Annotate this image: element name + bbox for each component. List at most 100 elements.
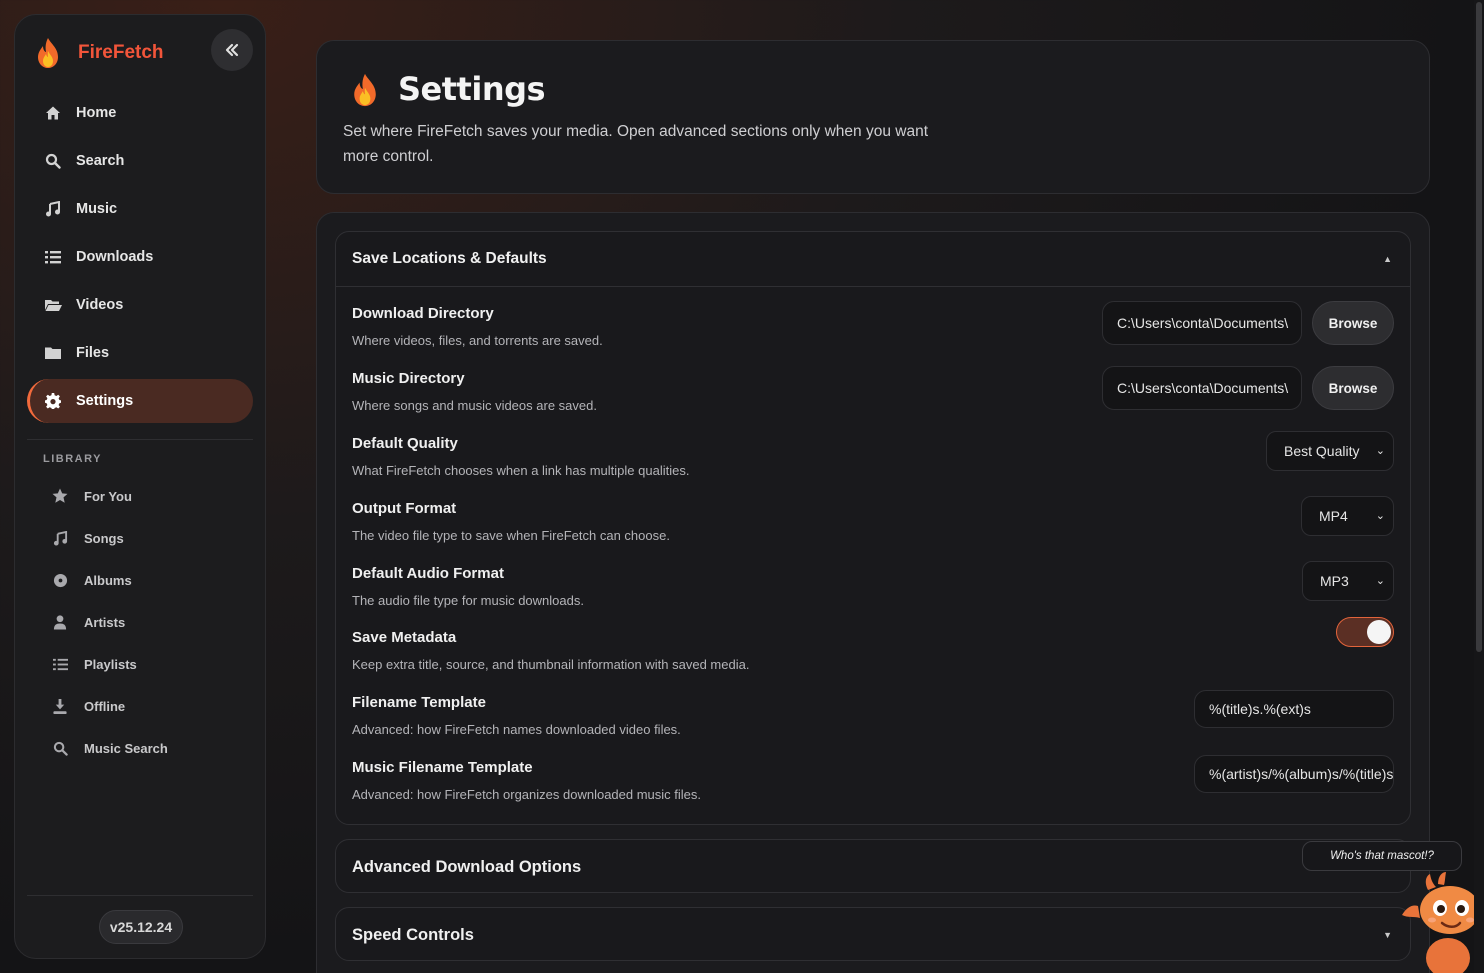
home-icon [44, 104, 62, 122]
nav-label: Music [76, 201, 118, 217]
settings-panel: Save Locations & Defaults ▲ Download Dir… [316, 212, 1430, 973]
setting-label: Filename Template [352, 694, 486, 711]
gear-icon [44, 392, 62, 410]
mascot-speech-bubble[interactable]: Who's that mascot!? [1302, 841, 1462, 871]
caret-down-icon: ▼ [1383, 930, 1392, 940]
library-item-albums[interactable]: Albums [51, 559, 251, 601]
section-header-save-locations[interactable]: Save Locations & Defaults ▲ [336, 232, 1410, 286]
nav-item-music[interactable]: Music [27, 187, 253, 231]
caret-up-icon: ▲ [1383, 254, 1392, 264]
chevron-down-icon: ⌄ [1375, 575, 1385, 587]
nav-item-files[interactable]: Files [27, 331, 253, 375]
save-metadata-toggle[interactable] [1336, 617, 1394, 647]
setting-label: Download Directory [352, 305, 494, 322]
nav-label: Settings [76, 393, 134, 409]
music-note-icon [44, 200, 62, 218]
select-value: MP4 [1319, 508, 1348, 524]
section-title: Advanced Download Options [352, 857, 582, 876]
nav-label: Downloads [76, 249, 154, 265]
nav-label: Home [76, 105, 117, 121]
setting-label: Save Metadata [352, 629, 457, 646]
download-directory-input[interactable]: C:\Users\conta\Documents\ [1102, 301, 1302, 345]
setting-description: The audio file type for music downloads. [352, 593, 584, 608]
library-item-label: Music Search [84, 740, 168, 756]
page-subtitle: Set where FireFetch saves your media. Op… [343, 123, 929, 165]
library-item-label: Artists [84, 614, 126, 630]
select-value: MP3 [1320, 573, 1349, 589]
scrollbar-thumb[interactable] [1476, 2, 1482, 652]
section-body: Download Directory Where videos, files, … [336, 286, 1410, 824]
folder-icon [44, 344, 62, 362]
music-directory-input[interactable]: C:\Users\conta\Documents\ [1102, 366, 1302, 410]
double-chevron-left-icon [225, 43, 239, 57]
library-item-label: Songs [84, 530, 124, 546]
section-title: Save Locations & Defaults [352, 250, 547, 267]
search-icon [51, 739, 69, 757]
section-header-advanced-download[interactable]: Advanced Download Options [336, 840, 1410, 894]
setting-label: Default Audio Format [352, 565, 504, 582]
section-speed-controls: Speed Controls ▼ [335, 907, 1411, 961]
nav-label: Files [76, 345, 110, 361]
toggle-knob [1367, 620, 1391, 644]
disc-icon [51, 571, 69, 589]
setting-description: What FireFetch chooses when a link has m… [352, 463, 690, 478]
setting-download-directory: Download Directory Where videos, files, … [352, 301, 1394, 370]
browse-music-directory-button[interactable]: Browse [1312, 366, 1394, 410]
nav-item-search[interactable]: Search [27, 139, 253, 183]
setting-save-metadata: Save Metadata Keep extra title, source, … [352, 617, 1394, 694]
sidebar: FireFetch Home Search Music Downloads Vi… [14, 14, 266, 959]
search-icon [44, 152, 62, 170]
setting-description: Where songs and music videos are saved. [352, 398, 597, 413]
setting-description: The video file type to save when FireFet… [352, 528, 670, 543]
library-item-label: Offline [84, 698, 126, 714]
brand[interactable]: FireFetch [35, 37, 164, 69]
page-scrollbar[interactable] [1474, 0, 1484, 973]
axolotl-mascot-icon[interactable] [1398, 870, 1484, 973]
library-item-for-you[interactable]: For You [51, 475, 251, 517]
setting-filename-template: Filename Template Advanced: how FireFetc… [352, 690, 1394, 759]
chevron-down-icon: ⌄ [1375, 445, 1385, 457]
setting-default-quality: Default Quality What FireFetch chooses w… [352, 431, 1394, 500]
sidebar-divider [27, 439, 253, 440]
section-save-locations: Save Locations & Defaults ▲ Download Dir… [335, 231, 1411, 825]
output-format-select[interactable]: MP4 ⌄ [1301, 496, 1394, 536]
setting-label: Music Filename Template [352, 759, 533, 776]
nav-item-downloads[interactable]: Downloads [27, 235, 253, 279]
library-item-offline[interactable]: Offline [51, 685, 251, 727]
music-note-icon [51, 529, 69, 547]
library-item-artists[interactable]: Artists [51, 601, 251, 643]
version-badge: v25.12.24 [99, 910, 183, 944]
star-icon [51, 487, 69, 505]
music-filename-template-input[interactable]: %(artist)s/%(album)s/%(title)s [1194, 755, 1394, 793]
setting-description: Advanced: how FireFetch names downloaded… [352, 722, 681, 737]
setting-music-filename-template: Music Filename Template Advanced: how Fi… [352, 755, 1394, 824]
library-item-playlists[interactable]: Playlists [51, 643, 251, 685]
select-value: Best Quality [1284, 443, 1360, 459]
collapse-sidebar-button[interactable] [211, 29, 253, 71]
main-nav: Home Search Music Downloads Videos Files… [27, 91, 253, 427]
nav-item-home[interactable]: Home [27, 91, 253, 135]
browse-download-directory-button[interactable]: Browse [1312, 301, 1394, 345]
page-title: Settings [398, 70, 546, 108]
nav-label: Videos [76, 297, 124, 313]
section-advanced-download: Advanced Download Options [335, 839, 1411, 893]
user-icon [51, 613, 69, 631]
nav-label: Search [76, 153, 125, 169]
default-quality-select[interactable]: Best Quality ⌄ [1266, 431, 1394, 471]
library-item-label: For You [84, 488, 132, 504]
download-icon [51, 697, 69, 715]
nav-item-settings[interactable]: Settings [27, 379, 253, 423]
setting-label: Music Directory [352, 370, 465, 387]
library-item-label: Playlists [84, 656, 137, 672]
section-header-speed-controls[interactable]: Speed Controls ▼ [336, 908, 1410, 962]
audio-format-select[interactable]: MP3 ⌄ [1302, 561, 1394, 601]
library-item-music-search[interactable]: Music Search [51, 727, 251, 769]
filename-template-input[interactable]: %(title)s.%(ext)s [1194, 690, 1394, 728]
nav-item-videos[interactable]: Videos [27, 283, 253, 327]
flame-icon [354, 73, 376, 107]
list-icon [51, 655, 69, 673]
library-item-songs[interactable]: Songs [51, 517, 251, 559]
setting-label: Default Quality [352, 435, 458, 452]
setting-label: Output Format [352, 500, 457, 517]
library-list: For You Songs Albums Artists Playlists O… [51, 475, 251, 769]
